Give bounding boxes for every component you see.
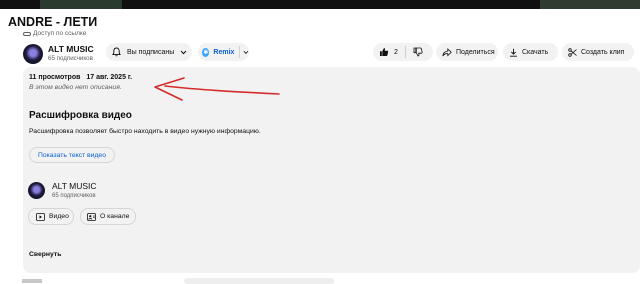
channel-videos-button[interactable]: Видео xyxy=(28,208,74,225)
like-dislike-group: 2 xyxy=(373,43,433,61)
channel-about-button[interactable]: О канале xyxy=(80,208,136,225)
thumbs-up-icon[interactable] xyxy=(379,47,389,57)
videos-label: Видео xyxy=(49,213,69,220)
collapse-button[interactable]: Свернуть xyxy=(29,251,61,258)
chevron-down-icon[interactable] xyxy=(243,50,249,55)
channel-name[interactable]: ALT MUSIC xyxy=(52,181,97,191)
create-clip-button[interactable]: Создать клип xyxy=(562,43,634,61)
remix-label: Remix xyxy=(213,48,235,56)
divider xyxy=(239,46,241,58)
transcript-heading: Расшифровка видео xyxy=(29,110,132,121)
link-icon xyxy=(23,31,31,36)
player-frame xyxy=(40,0,122,9)
player-frame xyxy=(540,0,640,9)
subscribed-button[interactable]: Вы подписаны xyxy=(106,43,192,61)
divider xyxy=(404,46,406,58)
description-panel[interactable]: 11 просмотров 17 авг. 2025 г. В этом вид… xyxy=(23,67,640,273)
video-player-strip[interactable] xyxy=(0,0,640,9)
share-label: Поделиться xyxy=(456,48,495,56)
thumbs-down-icon[interactable] xyxy=(413,47,423,57)
view-date-line: 11 просмотров 17 авг. 2025 г. xyxy=(29,74,136,81)
empty-description: В этом видео нет описания. xyxy=(29,84,122,91)
subscriber-count: 65 подписчиков xyxy=(52,193,96,199)
download-button[interactable]: Скачать xyxy=(503,43,558,61)
remix-icon: ✱ xyxy=(202,47,210,57)
channel-name[interactable]: ALT MUSIC xyxy=(48,44,94,54)
remix-button[interactable]: ✱ Remix xyxy=(198,43,249,61)
chevron-down-icon xyxy=(180,50,187,54)
comments-sort-placeholder xyxy=(184,278,334,284)
video-icon xyxy=(36,212,45,221)
scissors-icon xyxy=(568,47,577,57)
transcript-description: Расшифровка позволяет быстро находить в … xyxy=(29,128,261,135)
download-label: Скачать xyxy=(522,48,549,56)
channel-avatar[interactable] xyxy=(28,182,45,199)
bell-icon xyxy=(112,47,121,57)
visibility-status: Доступ по ссылке xyxy=(23,30,86,37)
person-card-icon xyxy=(87,212,96,221)
view-count: 11 просмотров xyxy=(29,74,81,81)
visibility-label: Доступ по ссылке xyxy=(33,30,87,37)
show-transcript-button[interactable]: Показать текст видео xyxy=(29,147,115,163)
download-icon xyxy=(510,48,517,57)
video-title: ANDRE - ЛЕТИ xyxy=(8,15,98,29)
channel-avatar[interactable] xyxy=(23,44,43,64)
like-count[interactable]: 2 xyxy=(394,49,398,56)
comments-header-placeholder xyxy=(22,279,42,283)
share-icon xyxy=(442,47,452,57)
share-button[interactable]: Поделиться xyxy=(436,43,498,61)
subscribed-label: Вы подписаны xyxy=(127,48,175,56)
about-label: О канале xyxy=(100,213,130,220)
upload-date: 17 авг. 2025 г. xyxy=(86,74,133,81)
create-clip-label: Создать клип xyxy=(581,48,625,56)
subscriber-count: 65 подписчиков xyxy=(48,55,93,62)
